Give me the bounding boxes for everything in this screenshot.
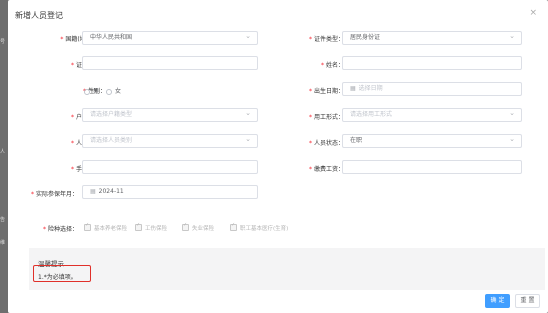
radio-circle-icon [106,89,112,95]
person-status-label: * 人员状态： [308,140,344,147]
nationality-select[interactable]: 中华人民共和国 [82,31,258,45]
insurance-checkbox-unemployment[interactable]: 失业保险 [182,222,214,232]
name-input[interactable] [342,56,522,70]
radio-circle-icon [84,89,90,95]
person-category-select[interactable]: 请选择人员类别 [82,134,258,148]
birth-date-label: * 出生日期： [308,88,344,95]
phone-input[interactable] [82,160,258,174]
id-type-select[interactable]: 居民身份证 [342,31,522,45]
background-page [0,0,8,313]
birth-date-picker[interactable]: ▦ 选择日期 [342,82,522,96]
id-number-input[interactable] [82,56,258,70]
insurance-start-label: * 实际参保年月： [30,191,78,198]
household-type-select[interactable]: 请选择户籍类型 [82,108,258,122]
declared-salary-label: * 缴费工资： [308,166,344,173]
insurance-checkbox-pension[interactable]: 基本养老保险 [84,222,127,232]
background-text: 告 [0,217,6,223]
confirm-button[interactable]: 确 定 [485,294,510,308]
employment-form-label: * 用工形式： [308,114,344,121]
tips-text: 1.*为必填项。 [38,274,77,281]
background-text: 维 [0,240,6,246]
background-text: 号 [0,39,6,45]
gender-radio-female[interactable]: 女 [106,86,121,95]
employment-form-select[interactable]: 请选择用工形式 [342,108,522,122]
insurance-types-label: * 险种选择： [42,226,78,233]
checkbox-icon [84,222,91,231]
insurance-checkbox-injury[interactable]: 工伤保险 [135,222,167,232]
person-status-select[interactable]: 在职 [342,134,522,148]
id-type-label: * 证件类型： [308,36,344,43]
close-icon[interactable]: × [529,8,537,18]
dialog-title: 新增人员登记 [15,11,63,20]
insurance-start-picker[interactable]: ▦ 2024-11 [82,185,258,199]
name-label: * 姓名： [320,62,344,69]
insurance-checkbox-medical[interactable]: 职工基本医疗(生育) [230,222,288,232]
calendar-icon: ▦ [90,188,96,195]
checkbox-icon [182,222,189,231]
calendar-icon: ▦ [350,85,356,92]
declared-salary-input[interactable] [342,160,522,174]
gender-radio-male[interactable]: 男 [84,86,99,95]
background-text: 人 [0,149,6,155]
tips-panel: 温馨提示 1.*为必填项。 [29,248,545,290]
reset-button[interactable]: 重 置 [515,294,540,308]
checkbox-icon [230,222,237,231]
checkbox-icon [135,222,142,231]
add-person-dialog: 新增人员登记 × *国籍(地区籍)： 中华人民共和国 *证件类型： 居民身份证 … [8,0,548,313]
